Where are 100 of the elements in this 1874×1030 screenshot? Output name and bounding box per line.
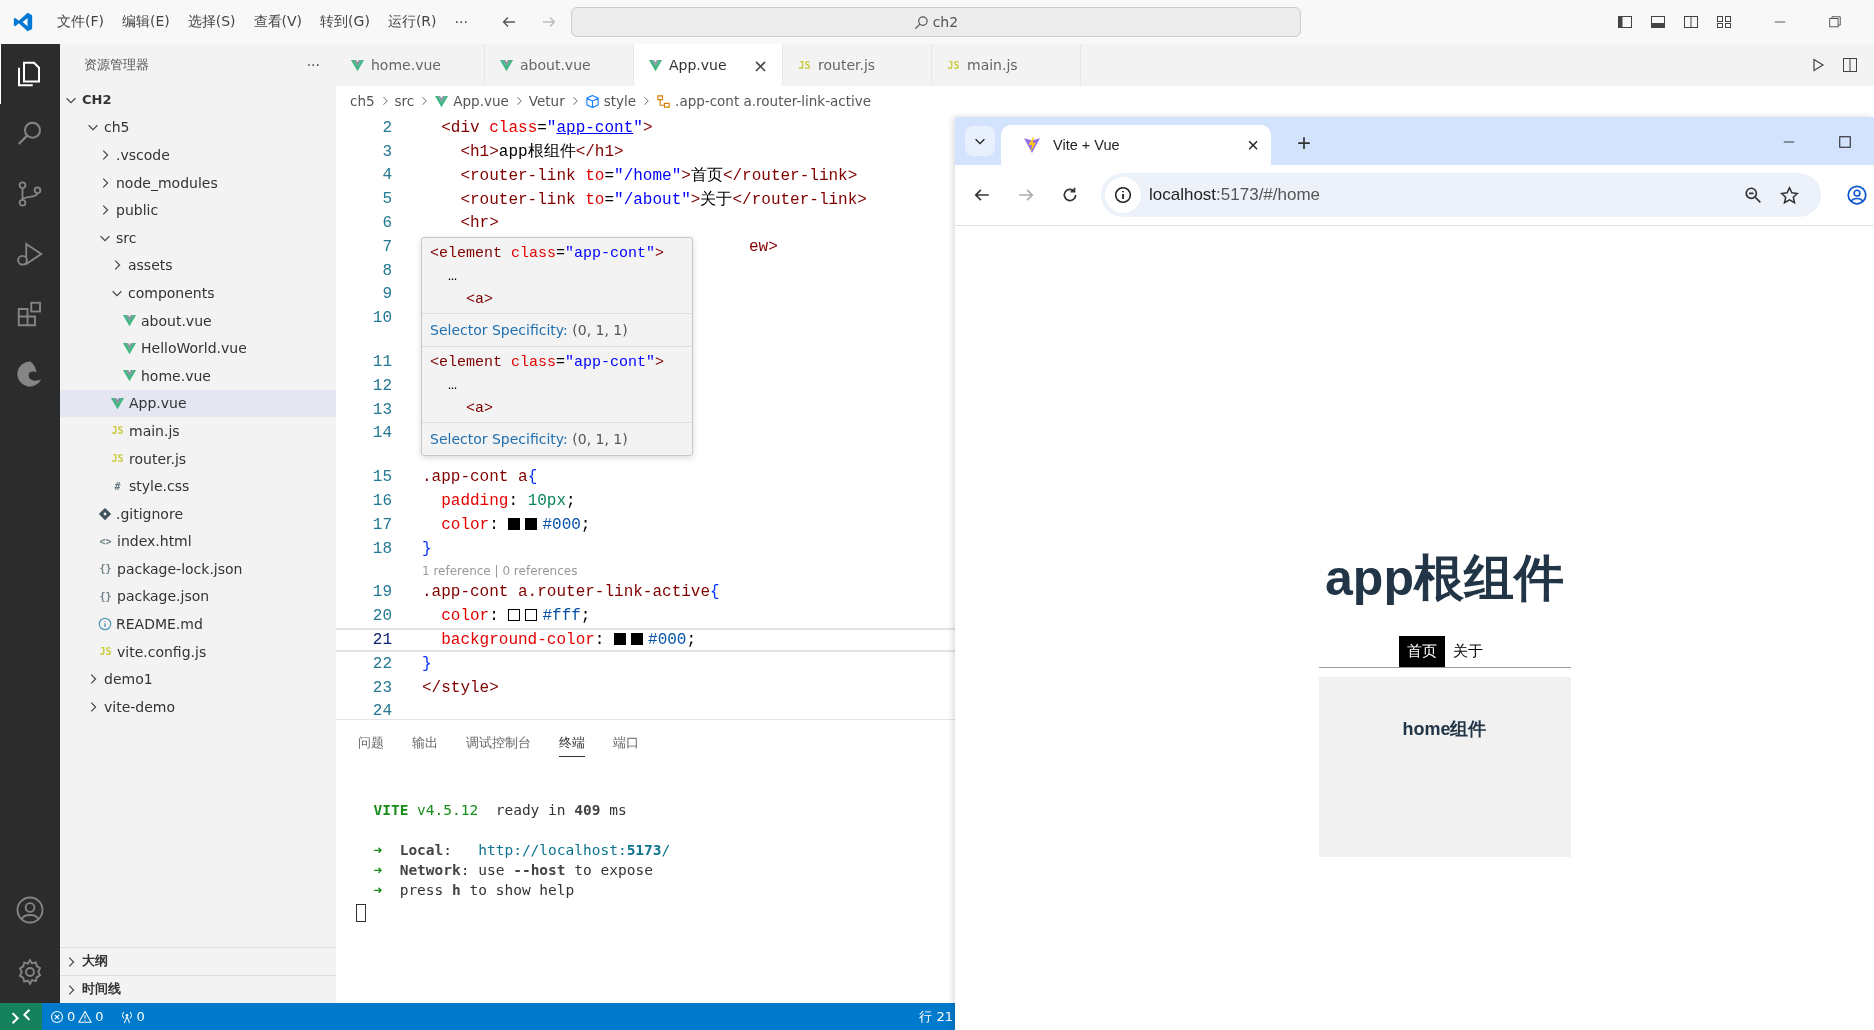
menu-item[interactable]: 运行(R): [378, 13, 446, 31]
editor-tab[interactable]: App.vue ×: [634, 44, 783, 86]
section-header[interactable]: 大纲: [60, 947, 336, 975]
layout-grid-icon[interactable]: [1716, 14, 1732, 30]
more-menu[interactable]: ···: [445, 14, 477, 30]
workspace-folder[interactable]: CH2: [60, 86, 336, 114]
breadcrumb-item[interactable]: style: [603, 93, 637, 109]
tree-item[interactable]: components: [60, 279, 336, 307]
tree-item[interactable]: src: [60, 223, 336, 252]
tab-label: main.js: [967, 57, 1018, 73]
tree-item[interactable]: assets: [60, 251, 336, 280]
tree-item[interactable]: demo1: [60, 665, 336, 694]
command-search-field[interactable]: ch2: [570, 7, 1301, 37]
menu-item[interactable]: 编辑(E): [113, 13, 179, 31]
specificity-text: Selector Specificity: (0, 1, 1): [429, 430, 629, 449]
tree-item[interactable]: .vscode: [60, 141, 336, 169]
file-name: components: [128, 284, 215, 301]
panel-tab[interactable]: 端口: [613, 729, 639, 757]
panel-tab[interactable]: 调试控制台: [466, 729, 531, 757]
zoom-out-icon[interactable]: [1744, 186, 1762, 204]
breadcrumb-item[interactable]: .app-cont a.router-link-active: [675, 93, 872, 109]
profile-icon[interactable]: [1847, 185, 1867, 205]
cursor-position[interactable]: 行 21: [919, 1007, 955, 1026]
terminal-line: ➜ press h to show help: [372, 882, 576, 900]
editor-tab[interactable]: JS router.js: [783, 44, 932, 86]
tree-item[interactable]: {} package-lock.json: [60, 555, 336, 583]
panel-tab[interactable]: 问题: [358, 729, 384, 757]
tree-item[interactable]: App.vue: [60, 389, 336, 418]
close-tab-button[interactable]: ×: [1247, 133, 1259, 157]
code-line: <hr>: [459, 214, 499, 233]
tree-item[interactable]: README.md: [60, 610, 336, 638]
vue-icon: [122, 368, 137, 384]
tree-item[interactable]: <> index.html: [60, 527, 336, 556]
address-bar[interactable]: localhost:5173/#/home: [1101, 173, 1821, 217]
more-actions-button[interactable]: ···: [306, 57, 320, 73]
explorer-title: 资源管理器: [84, 56, 149, 74]
tab-title: Vite + Vue: [1053, 137, 1120, 153]
menu-item[interactable]: 转到(G): [311, 13, 379, 31]
tree-item[interactable]: JS vite.config.js: [60, 637, 336, 666]
split-layout-icon[interactable]: [1683, 14, 1699, 30]
section-title: 时间线: [82, 981, 121, 998]
tree-item[interactable]: HelloWorld.vue: [60, 334, 336, 362]
problems-indicator[interactable]: 0 0: [42, 1009, 112, 1024]
color-swatch[interactable]: [614, 633, 627, 646]
sidebar-toggle-icon[interactable]: [1617, 14, 1633, 30]
breadcrumb-item[interactable]: Vetur: [528, 93, 565, 109]
file-type-icon: JS: [110, 453, 125, 464]
breadcrumb-item[interactable]: App.vue: [453, 93, 509, 109]
color-swatch[interactable]: [525, 517, 538, 530]
run-icon[interactable]: [1810, 57, 1826, 73]
star-icon[interactable]: [1780, 185, 1799, 205]
line-number: 4: [381, 166, 392, 185]
color-swatch[interactable]: [508, 517, 521, 530]
nav-link[interactable]: 关于: [1444, 636, 1491, 667]
close-button[interactable]: ×: [752, 54, 768, 76]
editor-tab[interactable]: JS main.js: [932, 44, 1081, 86]
panel-tab[interactable]: 终端: [559, 729, 585, 757]
tree-item[interactable]: node_modules: [60, 168, 336, 197]
panel-tab[interactable]: 输出: [412, 729, 438, 757]
panel-toggle-icon[interactable]: [1650, 14, 1666, 30]
tree-item[interactable]: JS router.js: [60, 444, 336, 473]
maximize-icon[interactable]: [1838, 135, 1852, 149]
menu-item[interactable]: 文件(F): [48, 13, 113, 31]
tree-item[interactable]: about.vue: [60, 306, 336, 335]
file-name: README.md: [116, 616, 203, 633]
menu-item[interactable]: 查看(V): [244, 13, 312, 31]
remote-icon[interactable]: [0, 1003, 42, 1030]
restore-icon[interactable]: [1828, 15, 1842, 29]
nav-link[interactable]: 首页: [1398, 636, 1445, 667]
menu-item[interactable]: 选择(S): [178, 13, 245, 31]
ports-indicator[interactable]: 0: [111, 1009, 153, 1024]
tree-item[interactable]: ch5: [60, 113, 336, 142]
color-swatch[interactable]: [508, 609, 521, 622]
warning-count: 0: [95, 1009, 104, 1024]
color-swatch[interactable]: [525, 609, 538, 622]
color-swatch[interactable]: [631, 633, 644, 646]
file-name: public: [116, 202, 159, 219]
tree-item[interactable]: home.vue: [60, 361, 336, 390]
cube-icon: [584, 93, 600, 109]
reload-icon[interactable]: [1061, 186, 1079, 204]
tree-item[interactable]: .gitignore: [60, 499, 336, 528]
breadcrumb-item[interactable]: ch5: [350, 93, 375, 109]
terminal-line: VITE v4.5.12 ready in 409 ms: [372, 802, 628, 820]
code-line: color: #000;: [440, 515, 591, 534]
line-number: 24: [371, 702, 392, 719]
editor-tab[interactable]: home.vue: [336, 44, 485, 86]
code-snippet: <element class="app-cont">: [430, 353, 666, 373]
line-number: 17: [371, 515, 392, 534]
new-tab-button[interactable]: +: [1297, 129, 1311, 157]
file-name: .gitignore: [116, 505, 183, 522]
file-name: assets: [128, 257, 173, 274]
tree-item[interactable]: JS main.js: [60, 417, 336, 445]
split-editor-icon[interactable]: [1842, 57, 1858, 73]
tree-item[interactable]: vite-demo: [60, 693, 336, 721]
browser-tab[interactable]: Vite + Vue ×: [1001, 125, 1271, 165]
tree-item[interactable]: # style.css: [60, 472, 336, 500]
tree-item[interactable]: public: [60, 196, 336, 224]
breadcrumb-item[interactable]: src: [394, 93, 415, 109]
file-type-icon: JS: [797, 59, 812, 71]
tree-item[interactable]: {} package.json: [60, 582, 336, 611]
